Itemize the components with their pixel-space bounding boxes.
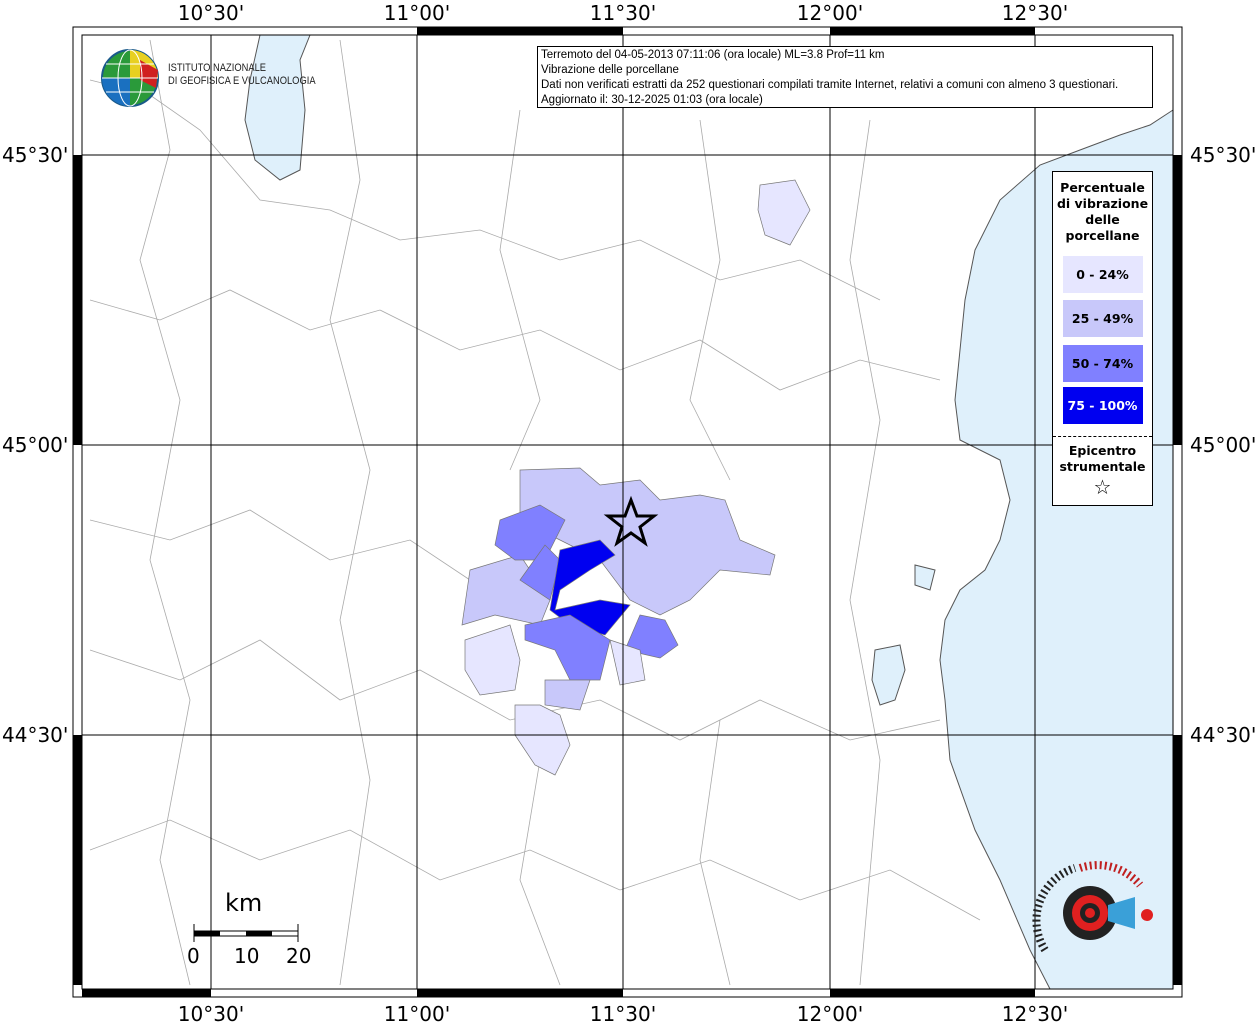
lon-label: 10°30' (178, 1002, 244, 1024)
map-subject: Vibrazione delle porcellane (541, 64, 679, 76)
epicenter-label: strumentale (1059, 459, 1146, 474)
scale-unit: km (225, 889, 263, 917)
lat-label: 45°00' (2, 433, 68, 457)
logo-line: DI GEOFISICA E VULCANOLOGIA (168, 75, 316, 87)
legend-title-line: Percentuale (1060, 180, 1145, 195)
event-title: Terremoto del 04-05-2013 07:11:06 (ora l… (541, 49, 885, 61)
lake-garda (244, 34, 311, 181)
legend-class-50-74: 50 - 74% (1062, 345, 1143, 382)
ingv-logo-text: ISTITUTO NAZIONALE DI GEOFISICA E VULCAN… (168, 62, 316, 88)
legend-title-line: porcellane (1065, 228, 1140, 243)
scale-label: 0 (187, 944, 200, 968)
longitude-labels-top: 10°30' 11°00' 11°30' 12°00' 12°30' (178, 1, 1068, 25)
logo-line: ISTITUTO NAZIONALE (168, 62, 267, 74)
legend-class-0-24: 0 - 24% (1062, 256, 1143, 293)
legend-class-75-100: 75 - 100% (1062, 387, 1143, 424)
update-time: Aggiornato il: 30-12-2025 01:03 (ora loc… (541, 94, 763, 106)
legend-title-line: delle (1085, 212, 1120, 227)
legend-class-25-49: 25 - 49% (1062, 300, 1143, 337)
scale-label: 10 (234, 944, 260, 968)
legend: Percentuale di vibrazione delle porcella… (1052, 171, 1153, 506)
event-info-box: Terremoto del 04-05-2013 07:11:06 (ora l… (537, 46, 1153, 108)
lat-label: 44°30' (1190, 723, 1255, 747)
lon-label: 11°30' (590, 1002, 656, 1024)
legend-epicenter: Epicentro strumentale ☆ (1053, 443, 1152, 499)
lat-label: 44°30' (2, 723, 68, 747)
legend-divider (1053, 436, 1152, 437)
scale-label: 20 (286, 944, 312, 968)
lon-label: 12°00' (797, 1002, 863, 1024)
lat-label: 45°00' (1190, 433, 1255, 457)
epicenter-star-icon: ☆ (1093, 475, 1112, 499)
lon-label: 11°30' (590, 1, 656, 25)
lon-label: 12°30' (1002, 1, 1068, 25)
longitude-labels-bottom: 10°30' 11°00' 11°30' 12°00' 12°30' (178, 1002, 1068, 1024)
ingv-logo-icon (101, 49, 159, 107)
lon-label: 10°30' (178, 1, 244, 25)
map[interactable]: 10°30' 11°00' 11°30' 12°00' 12°30' 10°30… (0, 0, 1255, 1024)
lat-label: 45°30' (2, 143, 68, 167)
lon-label: 12°30' (1002, 1002, 1068, 1024)
legend-title-line: di vibrazione (1056, 196, 1149, 211)
epicenter-label: Epicentro (1068, 443, 1137, 458)
legend-title: Percentuale di vibrazione delle porcella… (1053, 180, 1152, 244)
lat-label: 45°30' (1190, 143, 1255, 167)
data-note: Dati non verificati estratti da 252 ques… (541, 79, 1119, 91)
lon-label: 11°00' (384, 1002, 450, 1024)
lon-label: 11°00' (384, 1, 450, 25)
lon-label: 12°00' (797, 1, 863, 25)
